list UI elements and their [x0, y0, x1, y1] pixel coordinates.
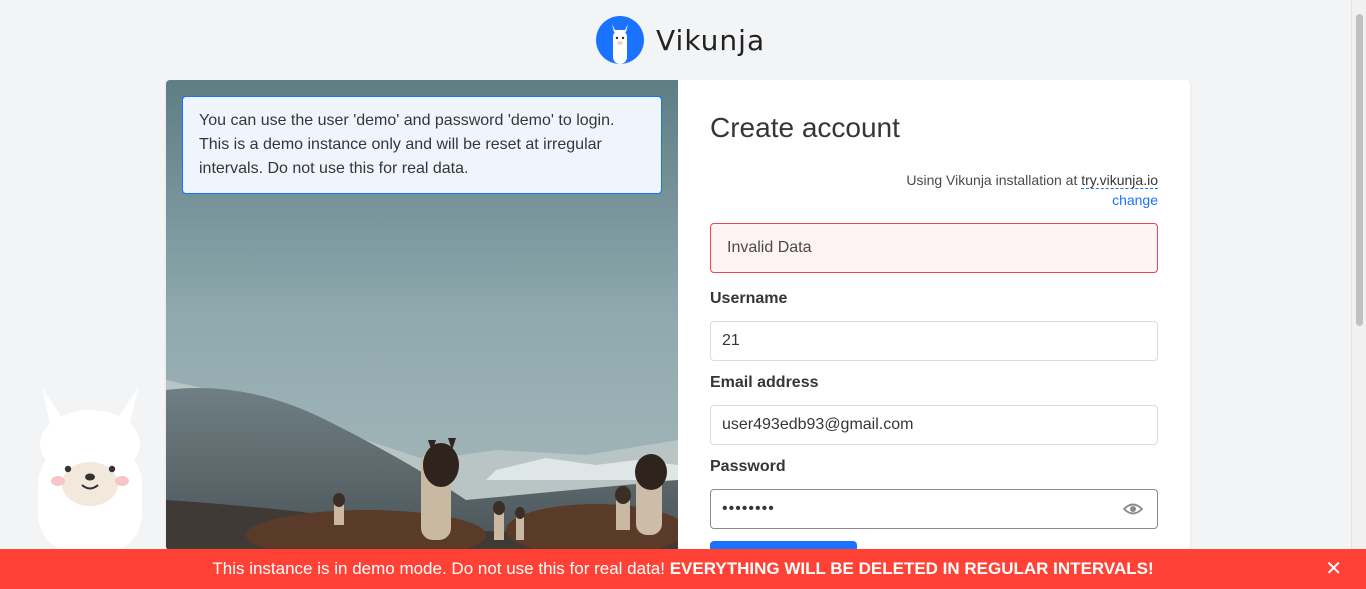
- register-card: You can use the user 'demo' and password…: [166, 80, 1190, 550]
- install-prefix: Using Vikunja installation at: [906, 172, 1078, 188]
- scrollbar-thumb[interactable]: [1356, 14, 1363, 326]
- username-label: Username: [710, 290, 788, 307]
- close-icon[interactable]: ✕: [1325, 549, 1342, 589]
- password-field[interactable]: [710, 489, 1158, 529]
- app-name: Vikunja: [656, 23, 766, 57]
- demo-notice: You can use the user 'demo' and password…: [182, 96, 662, 194]
- app-logo: Vikunja: [596, 16, 765, 64]
- demo-mode-banner: This instance is in demo mode. Do not us…: [0, 549, 1366, 589]
- page-title: Create account: [710, 112, 900, 143]
- error-message: Invalid Data: [710, 223, 1158, 273]
- installation-info: Using Vikunja installation at try.vikunj…: [906, 170, 1158, 210]
- username-field[interactable]: [710, 321, 1158, 361]
- hero-image: You can use the user 'demo' and password…: [166, 80, 678, 550]
- show-password-eye-icon[interactable]: [1123, 501, 1143, 517]
- email-field[interactable]: [710, 405, 1158, 445]
- register-form: Create account Using Vikunja installatio…: [678, 80, 1190, 550]
- install-url: try.vikunja.io: [1081, 172, 1158, 189]
- password-label: Password: [710, 458, 786, 475]
- llama-logo-icon: [596, 16, 644, 64]
- banner-text: This instance is in demo mode. Do not us…: [212, 559, 665, 578]
- email-label: Email address: [710, 374, 819, 391]
- page-scrollbar[interactable]: [1351, 0, 1366, 589]
- llama-mascot-icon: [38, 388, 142, 554]
- banner-emphasis: EVERYTHING WILL BE DELETED IN REGULAR IN…: [669, 559, 1154, 578]
- change-install-link[interactable]: change: [906, 190, 1158, 210]
